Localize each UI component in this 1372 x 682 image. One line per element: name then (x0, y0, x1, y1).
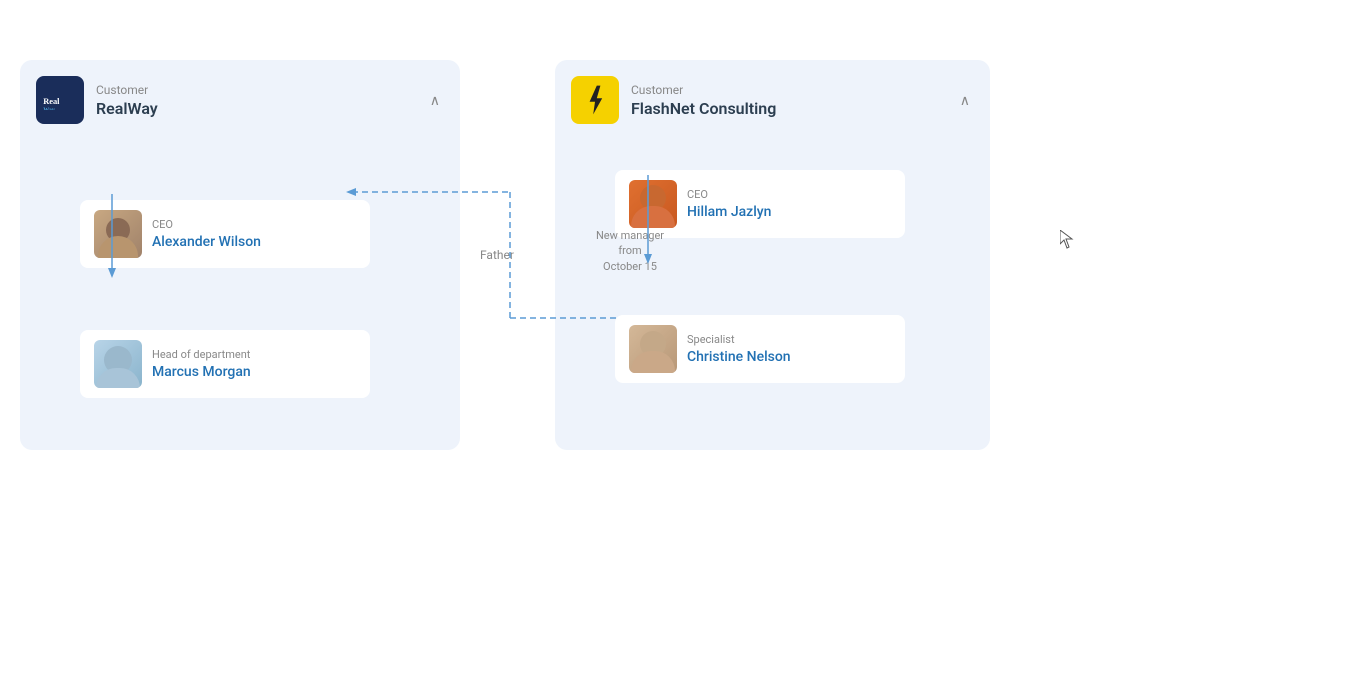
christine-avatar (629, 325, 677, 373)
alexander-role: CEO (152, 218, 356, 231)
flashnet-company-name: FlashNet Consulting (631, 99, 944, 118)
svg-text:Real: Real (43, 97, 60, 106)
marcus-role: Head of department (152, 348, 356, 361)
flashnet-header: Customer FlashNet Consulting ∧ (571, 76, 974, 124)
christine-role: Specialist (687, 333, 891, 346)
mouse-cursor (1060, 230, 1076, 250)
alexander-person-card[interactable]: CEO Alexander Wilson (80, 200, 370, 268)
marcus-details: Head of department Marcus Morgan (152, 348, 356, 380)
flashnet-customer-label: Customer (631, 83, 944, 97)
realway-header: Real Way Customer RealWay ∧ (36, 76, 444, 124)
realway-customer-label: Customer (96, 83, 414, 97)
alexander-avatar (94, 210, 142, 258)
realway-collapse-button[interactable]: ∧ (426, 88, 444, 113)
svg-text:Way: Way (43, 107, 55, 110)
marcus-person-card[interactable]: Head of department Marcus Morgan (80, 330, 370, 398)
christine-name: Christine Nelson (687, 349, 891, 365)
flashnet-logo (571, 76, 619, 124)
hillam-role: CEO (687, 188, 891, 201)
marcus-name: Marcus Morgan (152, 364, 356, 380)
realway-company-name: RealWay (96, 99, 414, 118)
christine-details: Specialist Christine Nelson (687, 333, 891, 365)
realway-logo: Real Way (36, 76, 84, 124)
hillam-details: CEO Hillam Jazlyn (687, 188, 891, 220)
hillam-avatar (629, 180, 677, 228)
father-label: Father (480, 248, 514, 262)
christine-person-card[interactable]: Specialist Christine Nelson (615, 315, 905, 383)
alexander-details: CEO Alexander Wilson (152, 218, 356, 250)
realway-card: Real Way Customer RealWay ∧ CEO Alexande… (20, 60, 460, 450)
realway-info: Customer RealWay (96, 83, 414, 118)
hillam-name: Hillam Jazlyn (687, 204, 891, 220)
flashnet-info: Customer FlashNet Consulting (631, 83, 944, 118)
alexander-name: Alexander Wilson (152, 234, 356, 250)
new-manager-note: New manager from October 15 (590, 228, 670, 274)
marcus-avatar (94, 340, 142, 388)
flashnet-collapse-button[interactable]: ∧ (956, 88, 974, 113)
